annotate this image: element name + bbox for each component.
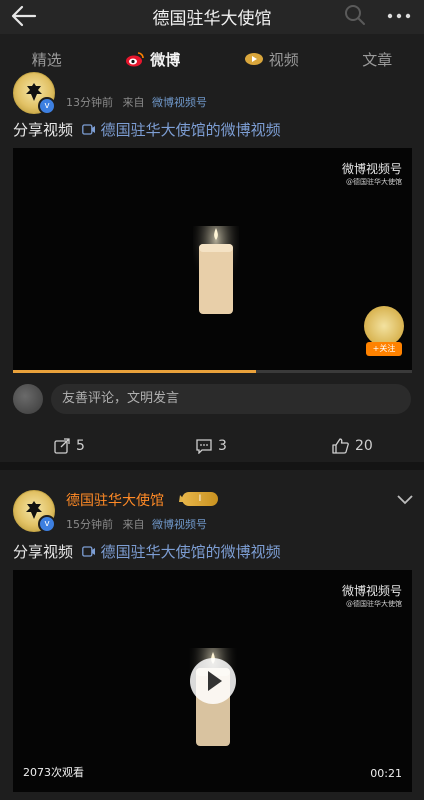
video-duration: 00:21 xyxy=(370,767,402,780)
post-meta: 15分钟前 来自 微博视频号 xyxy=(66,516,207,532)
watermark-sub: @德国驻华大使馆 xyxy=(346,178,402,186)
user-avatar[interactable] xyxy=(13,384,43,414)
repost-count: 5 xyxy=(76,438,85,454)
view-count: 2073次观看 xyxy=(23,766,84,779)
video-player[interactable]: 微博视频号 @德国驻华大使馆 2073次观看 00:21 xyxy=(13,570,412,792)
post-divider xyxy=(0,462,424,470)
source-link[interactable]: 微博视频号 xyxy=(152,518,207,531)
search-icon[interactable] xyxy=(344,4,366,26)
tab-label: 微博 xyxy=(150,50,181,69)
source-prefix: 来自 xyxy=(122,518,145,531)
like-count: 20 xyxy=(355,438,373,454)
tab-weibo[interactable]: 微博 xyxy=(121,49,184,82)
tab-label: 文章 xyxy=(362,50,393,69)
post-card: v 13分钟前 来自 微博视频号 分享视频 德国驻华大使馆的微博视频 微博视频号… xyxy=(0,72,424,462)
avatar[interactable]: v xyxy=(13,490,56,533)
tab-featured[interactable]: 精选 xyxy=(28,49,66,70)
verified-badge-icon: v xyxy=(38,97,56,115)
weibo-icon xyxy=(126,52,145,67)
comment-row: 友善评论，文明发言 xyxy=(13,384,412,414)
play-button[interactable] xyxy=(189,658,236,704)
watermark: 微博视频号 @德国驻华大使馆 xyxy=(342,160,402,187)
video-progress-bar[interactable] xyxy=(13,370,412,373)
more-icon[interactable] xyxy=(386,8,412,24)
watermark-title: 微博视频号 xyxy=(341,584,402,598)
post-time: 13分钟前 xyxy=(66,96,113,109)
share-prefix: 分享视频 xyxy=(13,121,74,139)
watermark: 微博视频号 @德国驻华大使馆 xyxy=(342,582,402,609)
post-card: v 德国驻华大使馆 I 15分钟前 来自 微博视频号 分享视频 德国驻华大使馆的… xyxy=(0,470,424,800)
author-name[interactable]: 德国驻华大使馆 xyxy=(66,490,164,510)
verified-badge-icon: v xyxy=(38,515,56,533)
watermark-sub: @德国驻华大使馆 xyxy=(346,600,402,608)
action-bar: 5 3 20 xyxy=(0,431,424,461)
watermark-title: 微博视频号 xyxy=(341,162,402,176)
comment-count: 3 xyxy=(218,438,227,454)
level-badge[interactable]: I xyxy=(182,492,218,506)
share-link[interactable]: 德国驻华大使馆的微博视频 xyxy=(101,543,281,561)
tab-label: 精选 xyxy=(31,50,62,69)
share-prefix: 分享视频 xyxy=(13,543,74,561)
chevron-down-icon[interactable] xyxy=(396,494,414,506)
source-prefix: 来自 xyxy=(122,96,145,109)
tab-articles[interactable]: 文章 xyxy=(358,49,396,70)
candle-image xyxy=(193,226,239,316)
like-button[interactable]: 20 xyxy=(332,431,373,461)
video-player[interactable]: 微博视频号 @德国驻华大使馆 +关注 xyxy=(13,148,412,370)
source-link[interactable]: 微博视频号 xyxy=(152,96,207,109)
post-meta: 13分钟前 来自 微博视频号 xyxy=(66,94,207,110)
video-link-icon xyxy=(81,546,95,557)
post-text: 分享视频 德国驻华大使馆的微博视频 xyxy=(13,119,281,140)
account-seal[interactable] xyxy=(364,306,404,346)
avatar[interactable]: v xyxy=(13,72,56,115)
post-time: 15分钟前 xyxy=(66,518,113,531)
video-progress-fill xyxy=(13,370,257,373)
repost-icon xyxy=(54,438,70,454)
tab-video[interactable]: 视频 xyxy=(240,49,303,70)
repost-button[interactable]: 5 xyxy=(54,431,85,461)
comment-button[interactable]: 3 xyxy=(196,431,227,461)
post-text: 分享视频 德国驻华大使馆的微博视频 xyxy=(13,541,281,562)
top-bar: 德国驻华大使馆 xyxy=(0,0,424,34)
follow-button[interactable]: +关注 xyxy=(366,342,402,356)
comment-input[interactable]: 友善评论，文明发言 xyxy=(51,384,411,414)
tab-label: 视频 xyxy=(268,50,299,69)
video-link-icon xyxy=(81,124,95,135)
share-link[interactable]: 德国驻华大使馆的微博视频 xyxy=(101,121,281,139)
video-tab-icon xyxy=(244,53,263,65)
comment-icon xyxy=(196,439,212,454)
thumbs-up-icon xyxy=(332,438,349,454)
